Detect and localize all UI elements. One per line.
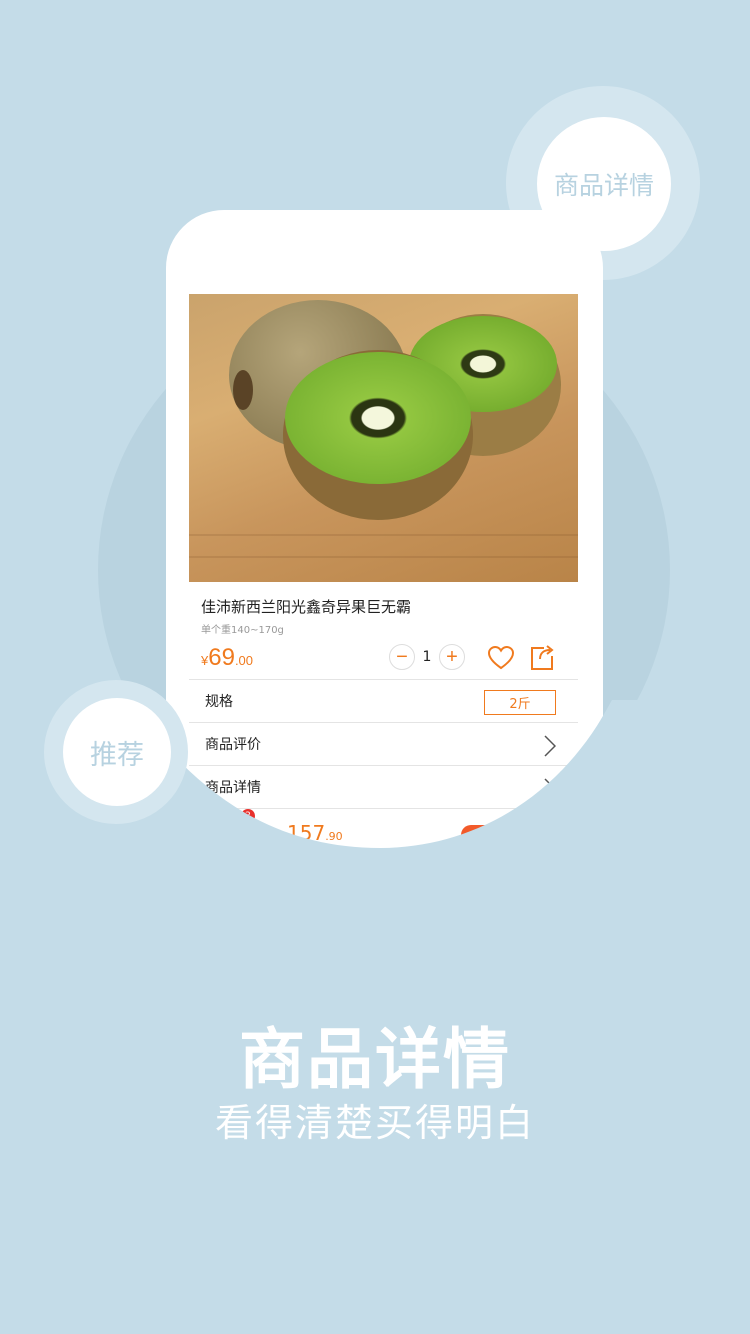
tagline: 看得清楚买得明白	[214, 1101, 535, 1145]
quantity-value: 1	[422, 649, 432, 665]
product-title: 佳沛新西兰阳光鑫奇异果巨无霸	[201, 598, 412, 616]
quantity-stepper: − 1 +	[389, 644, 465, 670]
product-price: ¥69.00	[201, 643, 254, 671]
decrease-button[interactable]: −	[389, 644, 415, 670]
headline: 商品详情	[239, 1021, 511, 1098]
price-row: ¥69.00 − 1 +	[189, 636, 578, 680]
product-image	[189, 294, 578, 582]
bubble-top-right: 商品详情	[537, 117, 671, 251]
product-weight: 单个重140~170g	[201, 625, 284, 636]
kiwi-half-front	[285, 352, 471, 484]
increase-button[interactable]: +	[439, 644, 465, 670]
bubble-left-label: 推荐	[90, 739, 144, 771]
bubble-left: 推荐	[63, 698, 171, 806]
favorite-heart-icon[interactable]	[487, 645, 515, 671]
share-icon[interactable]	[528, 644, 556, 672]
bubble-top-right-label: 商品详情	[553, 171, 654, 200]
